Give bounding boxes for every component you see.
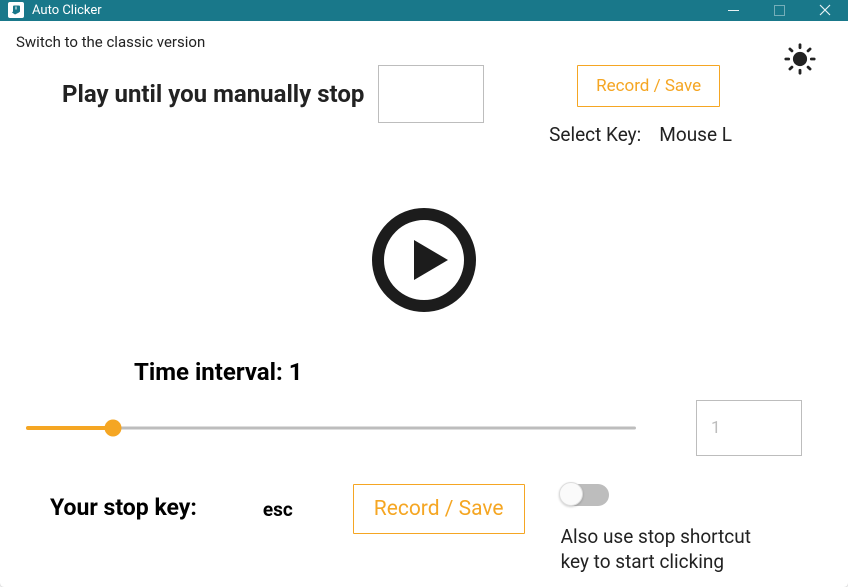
switch-classic-link[interactable]: Switch to the classic version bbox=[16, 33, 832, 51]
stop-key-value: esc bbox=[263, 498, 293, 521]
window-controls bbox=[710, 0, 848, 21]
also-use-toggle[interactable] bbox=[561, 484, 609, 506]
interval-input-value: 1 bbox=[711, 418, 721, 438]
play-button-wrap bbox=[16, 206, 832, 314]
select-key-row: Select Key: Mouse L bbox=[549, 123, 732, 146]
select-key-label: Select Key: bbox=[549, 123, 641, 146]
play-until-label: Play until you manually stop bbox=[62, 80, 364, 108]
play-until-group: Play until you manually stop bbox=[62, 65, 484, 123]
select-key-value[interactable]: Mouse L bbox=[659, 123, 732, 146]
play-count-input[interactable] bbox=[378, 65, 484, 123]
toggle-knob bbox=[559, 482, 583, 506]
stop-key-label: Your stop key: bbox=[50, 494, 197, 521]
also-use-col: Also use stop shortcut key to start clic… bbox=[561, 484, 781, 575]
record-save-button-top[interactable]: Record / Save bbox=[577, 65, 720, 107]
content-area: Switch to the classic version Play unti bbox=[0, 21, 848, 587]
interval-slider[interactable] bbox=[26, 418, 636, 438]
play-icon bbox=[370, 206, 478, 314]
app-icon bbox=[8, 2, 24, 18]
play-button[interactable] bbox=[370, 206, 478, 314]
stop-key-row: Your stop key: esc Record / Save Also us… bbox=[16, 484, 832, 575]
record-save-button-bottom[interactable]: Record / Save bbox=[353, 484, 525, 534]
close-button[interactable] bbox=[802, 0, 848, 21]
titlebar[interactable]: Auto Clicker bbox=[0, 0, 848, 21]
minimize-button[interactable] bbox=[710, 0, 756, 21]
maximize-button[interactable] bbox=[756, 0, 802, 21]
time-interval-label: Time interval: 1 bbox=[134, 358, 303, 386]
slider-row: 1 bbox=[16, 400, 832, 456]
sun-icon bbox=[783, 42, 817, 76]
interval-input[interactable]: 1 bbox=[696, 400, 802, 456]
window-title: Auto Clicker bbox=[32, 3, 710, 18]
theme-toggle-button[interactable] bbox=[782, 41, 818, 77]
record-select-col: Record / Save Select Key: Mouse L bbox=[577, 65, 732, 146]
interval-label-wrap: Time interval: 1 bbox=[16, 314, 832, 386]
top-row: Play until you manually stop Record / Sa… bbox=[16, 65, 832, 146]
slider-thumb[interactable] bbox=[104, 419, 121, 436]
slider-fill bbox=[26, 426, 113, 430]
also-use-text: Also use stop shortcut key to start clic… bbox=[561, 524, 781, 575]
app-window: Auto Clicker Switch to the classic versi… bbox=[0, 0, 848, 587]
